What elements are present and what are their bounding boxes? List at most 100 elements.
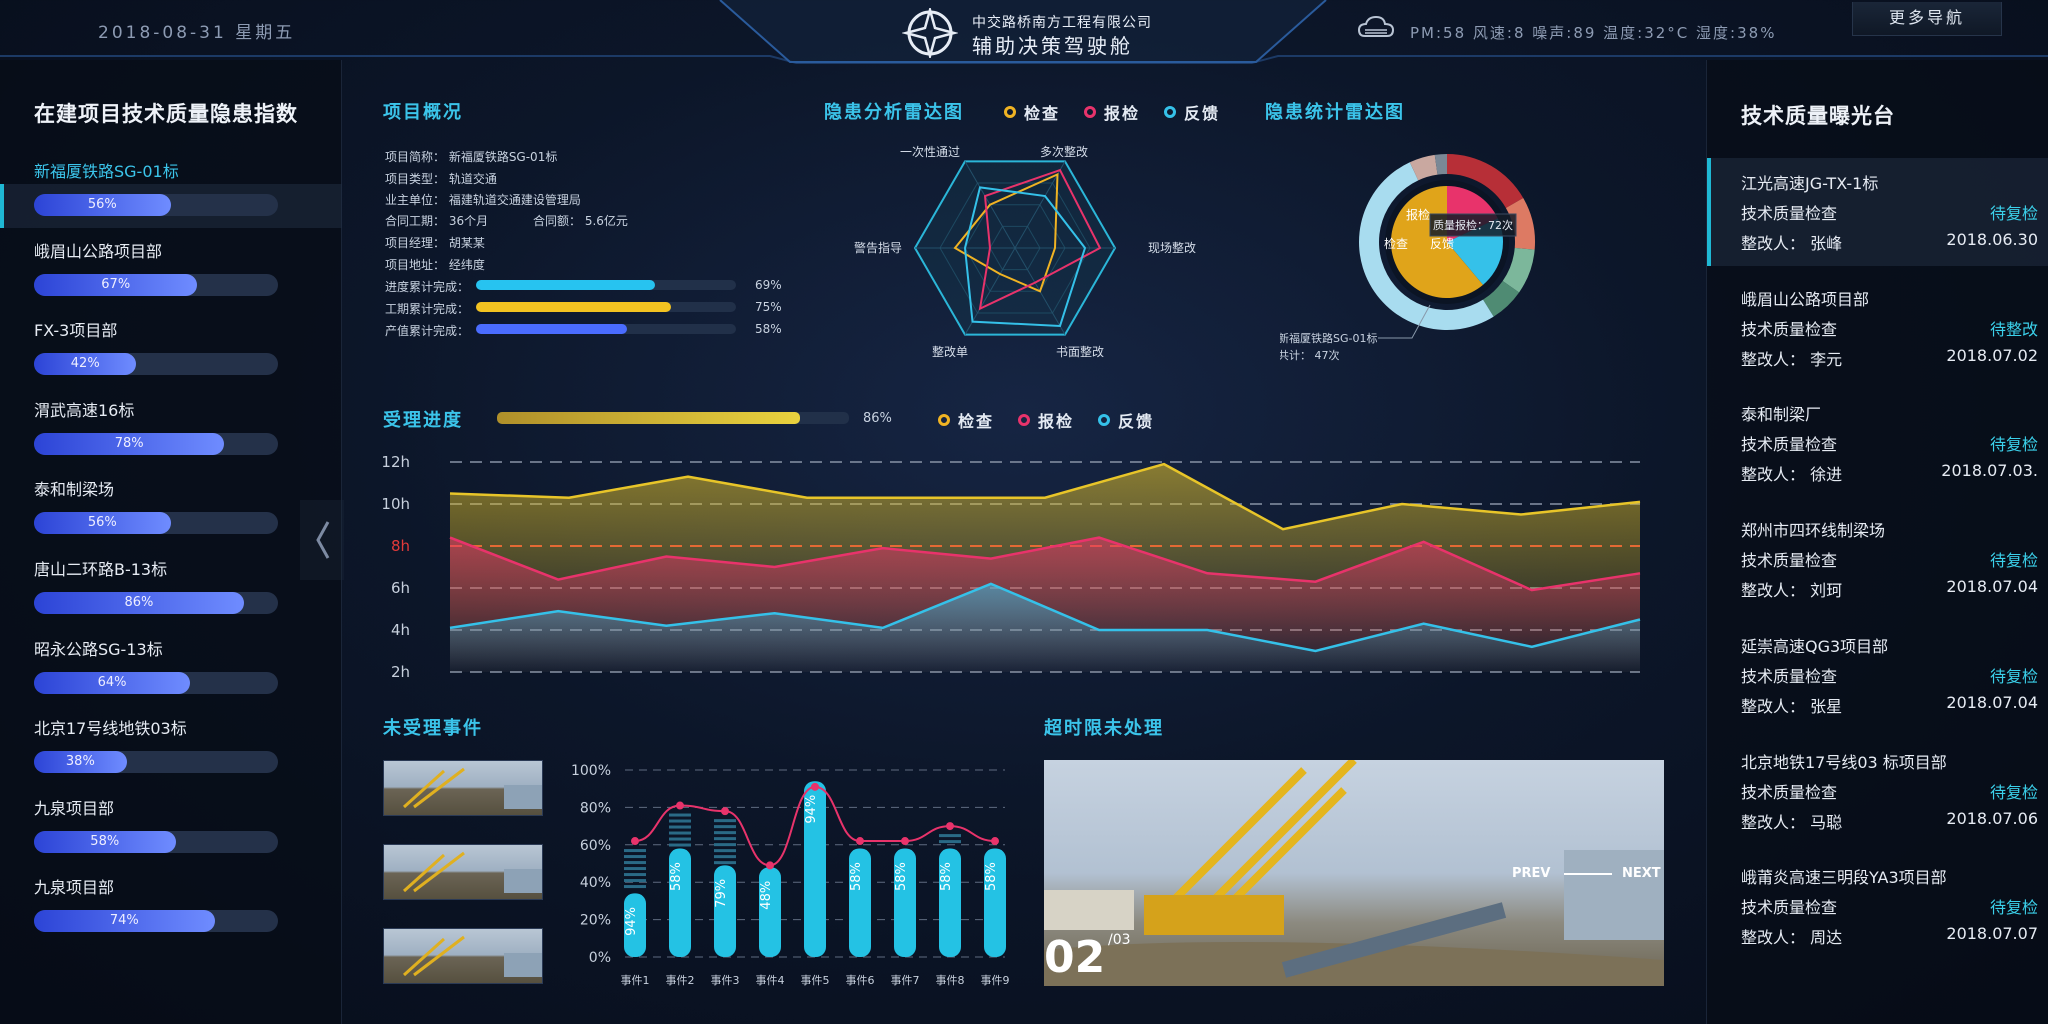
legend-item[interactable]: 检查 [938, 408, 994, 432]
exposure-person: 整改人： 刘珂 [1741, 581, 1843, 601]
project-name[interactable]: 九泉项目部 [34, 874, 114, 898]
overview-progress-label: 产值累计完成： [385, 324, 470, 338]
project-name[interactable]: 泰和制梁场 [34, 476, 114, 500]
exposure-date: 2018.07.02 [1946, 345, 2038, 365]
x-tick-label: 事件5 [801, 974, 830, 987]
legend-item[interactable]: 报检 [1084, 100, 1140, 124]
exposure-status[interactable]: 待复检 [1990, 431, 2038, 455]
legend-dot-icon [1018, 414, 1030, 426]
project-name[interactable]: 北京17号线地铁03标 [34, 715, 187, 739]
project-index-bar: 58% [34, 830, 278, 853]
project-name[interactable]: 唐山二环路B-13标 [34, 556, 167, 580]
legend-dot-icon [1164, 106, 1176, 118]
bar-stripe [714, 855, 736, 859]
bar-data-label: 58% [669, 862, 684, 891]
radar-statistics-title: 隐患统计雷达图 [1265, 102, 1405, 123]
y-tick-label: 0% [589, 950, 611, 966]
overview-row: 合同工期： 36个月 [385, 214, 489, 228]
donut-inner-label: 检查 [1384, 236, 1408, 251]
radar-axis-label: 书面整改 [1056, 344, 1104, 359]
project-name[interactable]: FX-3项目部 [34, 317, 117, 341]
exposure-status[interactable]: 待复检 [1990, 200, 2038, 224]
legend-label: 报检 [1038, 412, 1075, 431]
more-nav-button[interactable]: 更多导航 [1852, 2, 2002, 36]
overview-row: 项目地址： 经纬度 [385, 258, 485, 272]
project-index-bar: 86% [34, 592, 278, 614]
company-name: 中交路桥南方工程有限公司 [972, 15, 1152, 31]
bar[interactable] [759, 867, 781, 957]
exposure-type: 技术质量检查 [1741, 666, 1838, 686]
weather-cloud-icon [1357, 15, 1395, 37]
trend-point [811, 782, 819, 791]
exposure-status[interactable]: 待整改 [1990, 316, 2038, 340]
project-index-bar: 74% [34, 910, 278, 933]
radar-axis-label: 现场整改 [1148, 240, 1196, 255]
overview-progress-fill [476, 324, 627, 334]
project-name[interactable]: 峨眉山公路项目部 [34, 238, 162, 262]
bar-stripe [669, 819, 691, 823]
event-thumbnail[interactable] [383, 928, 543, 984]
y-tick-label: 2h [391, 663, 410, 681]
exposure-date: 2018.07.04 [1946, 577, 2038, 597]
project-index-fill: 38% [34, 751, 127, 774]
header-date: 2018-08-31 星期五 [98, 23, 296, 43]
exposure-person: 整改人： 张峰 [1741, 234, 1843, 253]
legend-item[interactable]: 报检 [1018, 408, 1074, 432]
exposure-project[interactable]: 江光高速JG-TX-1标 [1741, 170, 1878, 194]
exposure-date: 2018.07.06 [1946, 808, 2038, 828]
unaccepted-events-title: 未受理事件 [383, 718, 483, 739]
prev-button[interactable]: PREV [1512, 866, 1550, 881]
bar-stripe [624, 873, 646, 877]
donut-callout-total: 共计： 47次 [1280, 348, 1340, 362]
legend-item[interactable]: 反馈 [1164, 100, 1220, 124]
acceptance-progress-value: 86% [863, 411, 892, 426]
exposure-status[interactable]: 待复检 [1990, 547, 2038, 571]
project-name[interactable]: 渭武高速16标 [34, 397, 134, 421]
project-index-fill: 78% [34, 432, 225, 455]
trend-point [946, 822, 954, 831]
exposure-person: 整改人： 张星 [1741, 696, 1843, 716]
bar-data-label: 58% [849, 862, 864, 891]
bar-stripe [669, 843, 691, 847]
x-tick-label: 事件4 [756, 974, 785, 987]
exposure-status[interactable]: 待复检 [1990, 779, 2038, 803]
project-index-bar: 56% [34, 194, 278, 216]
donut-inner-label: 反馈 [1430, 237, 1454, 251]
event-thumbnail[interactable] [383, 760, 543, 816]
bar-stripe [714, 849, 736, 853]
bar-data-label: 79% [714, 879, 729, 908]
exposure-project[interactable]: 郑州市四环线制梁场 [1741, 517, 1885, 541]
exposure-project[interactable]: 峨莆炎高速三明段YA3项目部 [1741, 864, 1947, 888]
next-button[interactable]: NEXT [1622, 866, 1661, 881]
y-tick-label: 100% [571, 763, 611, 779]
bar-stripe [939, 834, 961, 838]
y-tick-label: 40% [580, 875, 611, 891]
exposure-project[interactable]: 延崇高速QG3项目部 [1741, 633, 1888, 657]
project-name[interactable]: 昭永公路SG-13标 [34, 636, 163, 660]
overview-progress-value: 75% [755, 300, 782, 314]
exposure-status[interactable]: 待复检 [1990, 894, 2038, 918]
overview-row: 业主单位： 福建轨道交通建设管理局 [385, 193, 581, 207]
slide-total: /03 [1108, 932, 1131, 948]
exposure-project[interactable]: 泰和制梁厂 [1741, 401, 1821, 425]
overview-progress-bar [476, 302, 736, 312]
x-tick-label: 事件7 [891, 974, 920, 987]
exposure-date: 2018.06.30 [1946, 230, 2038, 249]
exposure-type: 技术质量检查 [1741, 204, 1838, 223]
bar-stripe [624, 849, 646, 853]
legend-item[interactable]: 反馈 [1098, 408, 1154, 432]
project-name[interactable]: 九泉项目部 [34, 795, 114, 819]
event-thumbnail[interactable] [383, 844, 543, 900]
exposure-type: 技术质量检查 [1741, 782, 1838, 802]
bar-stripe [624, 867, 646, 871]
y-tick-label: 4h [391, 621, 410, 639]
exposure-project[interactable]: 北京地铁17号线03 标项目部 [1741, 749, 1947, 773]
legend-item[interactable]: 检查 [1004, 100, 1060, 124]
exposure-status[interactable]: 待复检 [1990, 663, 2038, 687]
chevron-left-icon[interactable] [300, 500, 344, 580]
legend-label: 检查 [1024, 104, 1061, 123]
exposure-project[interactable]: 峨眉山公路项目部 [1741, 286, 1869, 310]
legend-dot-icon [1084, 106, 1096, 118]
radar-axis-label: 整改单 [932, 344, 968, 359]
project-name[interactable]: 新福厦铁路SG-01标 [34, 158, 179, 182]
